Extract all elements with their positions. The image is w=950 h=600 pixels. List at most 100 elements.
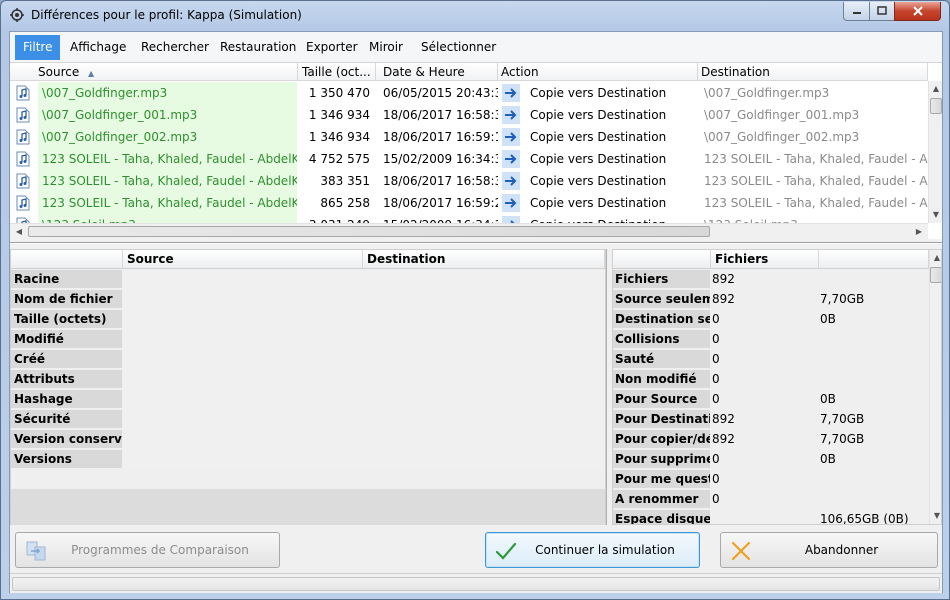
stat-row: Collisions 0 bbox=[613, 330, 929, 350]
file-grid-vertical-scrollbar[interactable]: ▲ ▼ bbox=[928, 81, 942, 223]
detail-value bbox=[123, 350, 605, 369]
stat-label: Espace disque libre bbox=[613, 510, 710, 524]
detail-label: Attributs bbox=[11, 370, 122, 389]
stat-size: 0B bbox=[820, 392, 836, 406]
file-grid-horizontal-scrollbar[interactable]: ◀ ▶ bbox=[10, 223, 928, 239]
stat-count: 892 bbox=[712, 412, 735, 426]
stats-header-size bbox=[819, 250, 929, 269]
cell-size: 4 752 575 bbox=[308, 152, 370, 166]
stat-size: 106,65GB (0B) bbox=[820, 512, 909, 525]
table-row[interactable]: \007_Goldfinger.mp3 1 350 470 06/05/2015 2… bbox=[10, 82, 928, 104]
minimize-button[interactable] bbox=[843, 2, 870, 21]
stats-scroll-thumb[interactable] bbox=[930, 267, 941, 283]
table-row[interactable]: \007_Goldfinger_001.mp3 1 346 934 18/06/20… bbox=[10, 104, 928, 126]
stat-count: 0 bbox=[712, 452, 720, 466]
abort-button[interactable]: Abandonner bbox=[720, 532, 938, 568]
scroll-thumb[interactable] bbox=[930, 98, 942, 114]
menu-rechercher[interactable]: Rechercher bbox=[133, 35, 217, 60]
stat-size: 7,70GB bbox=[820, 432, 865, 446]
detail-label: Créé bbox=[11, 350, 122, 369]
menu-miroir[interactable]: Miroir bbox=[361, 35, 411, 60]
cell-source: \007_Goldfinger_001.mp3 bbox=[38, 104, 297, 126]
stat-label: Pour supprimer bbox=[613, 450, 710, 469]
file-details-panel: Source Destination Racine Nom de fichier T… bbox=[10, 249, 606, 525]
cell-date: 18/06/2017 16:58:39 bbox=[383, 174, 498, 188]
cell-date: 06/05/2015 20:43:32 bbox=[383, 86, 498, 100]
detail-row: Sécurité bbox=[11, 410, 605, 430]
column-header-source[interactable]: Source ▲ bbox=[10, 63, 298, 81]
stat-count: 0 bbox=[712, 472, 720, 486]
detail-row: Modifié bbox=[11, 330, 605, 350]
compare-programs-button[interactable]: Programmes de Comparaison bbox=[15, 532, 280, 568]
detail-label: Nom de fichier bbox=[11, 290, 122, 309]
details-empty-area bbox=[11, 489, 605, 525]
scroll-right-icon[interactable]: ▶ bbox=[912, 224, 926, 239]
detail-value bbox=[123, 290, 605, 309]
close-button[interactable] bbox=[894, 2, 941, 21]
column-header-action[interactable]: Action bbox=[498, 63, 698, 81]
column-header-date[interactable]: Date & Heure bbox=[376, 63, 498, 81]
horizontal-scroll-thumb[interactable] bbox=[28, 226, 710, 237]
detail-row: Versions bbox=[11, 450, 605, 470]
stat-row: Sauté 0 bbox=[613, 350, 929, 370]
detail-label: Sécurité bbox=[11, 410, 122, 429]
detail-row: Racine bbox=[11, 270, 605, 290]
table-row[interactable]: \007_Goldfinger_002.mp3 1 346 934 18/06/20… bbox=[10, 126, 928, 148]
cell-action: Copie vers Destination bbox=[530, 130, 667, 144]
horizontal-splitter[interactable] bbox=[10, 239, 942, 247]
table-row[interactable]: 123 SOLEIL - Taha, Khaled, Faudel - Abde… bbox=[10, 170, 928, 192]
sort-ascending-icon: ▲ bbox=[88, 69, 95, 78]
stat-size bbox=[820, 370, 929, 389]
scroll-up-icon[interactable]: ▲ bbox=[929, 81, 942, 96]
table-row[interactable]: 123 SOLEIL - Taha, Khaled, Faudel - Abde… bbox=[10, 148, 928, 170]
cell-size: 1 346 934 bbox=[308, 130, 370, 144]
detail-row: Nom de fichier bbox=[11, 290, 605, 310]
stat-label: Fichiers bbox=[613, 270, 710, 289]
menu-restauration[interactable]: Restauration bbox=[212, 35, 304, 60]
stat-count: 0 bbox=[712, 492, 720, 506]
menu-filtre[interactable]: Filtre bbox=[15, 35, 61, 60]
details-header-blank bbox=[11, 250, 123, 269]
scroll-left-icon[interactable]: ◀ bbox=[12, 224, 26, 239]
menu-affichage[interactable]: Affichage bbox=[62, 35, 134, 60]
stats-vertical-scrollbar[interactable]: ▲ ▼ bbox=[929, 250, 941, 524]
table-row[interactable]: 123 SOLEIL - Taha, Khaled, Faudel - Abde… bbox=[10, 192, 928, 214]
cell-action: Copie vers Destination bbox=[530, 196, 667, 210]
stat-label: Non modifié bbox=[613, 370, 710, 389]
detail-value bbox=[123, 450, 605, 469]
menu-exporter[interactable]: Exporter bbox=[298, 35, 366, 60]
scroll-down-icon[interactable]: ▼ bbox=[929, 207, 942, 222]
stat-row: Fichiers 892 bbox=[613, 270, 929, 290]
audio-file-icon bbox=[16, 173, 30, 189]
copy-right-arrow-icon bbox=[502, 84, 520, 102]
stat-row: Pour Destination892 7,70GB bbox=[613, 410, 929, 430]
stats-scroll-down-icon[interactable]: ▼ bbox=[930, 508, 941, 523]
stat-label: Destination seule bbox=[613, 310, 710, 329]
stat-row: Non modifié 0 bbox=[613, 370, 929, 390]
stats-scroll-up-icon[interactable]: ▲ bbox=[930, 250, 941, 265]
stat-size bbox=[820, 350, 929, 369]
audio-file-icon bbox=[16, 195, 30, 211]
stat-size bbox=[820, 330, 929, 349]
cell-destination: 123 SOLEIL - Taha, Khaled, Faudel - Abde… bbox=[704, 174, 928, 188]
stat-label: Pour copier/déplacer bbox=[613, 430, 710, 449]
cell-action: Copie vers Destination bbox=[530, 152, 667, 166]
cell-date: 18/06/2017 16:59:21 bbox=[383, 196, 498, 210]
detail-label: Modifié bbox=[11, 330, 122, 349]
stat-row: Espace disque libre 106,65GB (0B) bbox=[613, 510, 929, 525]
detail-row: Créé bbox=[11, 350, 605, 370]
app-gear-icon bbox=[10, 8, 24, 22]
column-header-destination[interactable]: Destination bbox=[698, 63, 928, 81]
menu-selectionner[interactable]: Sélectionner bbox=[413, 35, 504, 60]
client-area: Filtre Affichage Rechercher Restauration… bbox=[9, 31, 943, 593]
title-bar[interactable]: Différences pour le profil: Kappa (Simul… bbox=[1, 1, 949, 29]
column-header-size[interactable]: Taille (oct... bbox=[298, 63, 376, 81]
copy-right-arrow-icon bbox=[502, 150, 520, 168]
stat-label: A renommer bbox=[613, 490, 710, 509]
maximize-button[interactable] bbox=[869, 2, 895, 21]
detail-value bbox=[123, 310, 605, 329]
continue-simulation-button[interactable]: Continuer la simulation bbox=[485, 532, 700, 568]
stat-size: 7,70GB bbox=[820, 292, 865, 306]
cell-source: 123 SOLEIL - Taha, Khaled, Faudel - Abde… bbox=[38, 148, 297, 170]
stat-row: Source seulement892 7,70GB bbox=[613, 290, 929, 310]
